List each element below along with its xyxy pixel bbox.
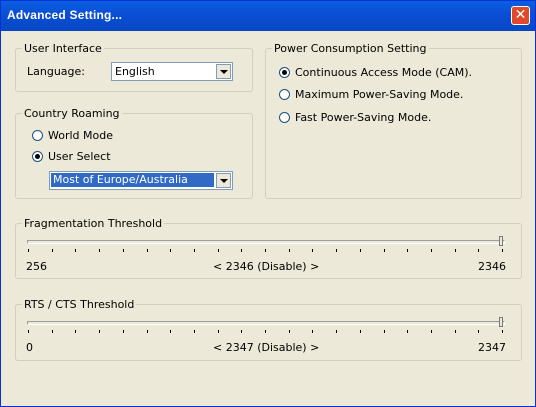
slider-tick (147, 330, 148, 333)
fragmentation-min-label: 256 (26, 260, 47, 273)
slider-tick (312, 249, 313, 252)
slider-tick (360, 330, 361, 333)
slider-tick (502, 330, 503, 333)
slider-tick (147, 249, 148, 252)
power-consumption-legend: Power Consumption Setting (274, 42, 427, 55)
rts-cts-threshold-legend: RTS / CTS Threshold (24, 298, 135, 311)
rts-cts-track (27, 321, 505, 325)
slider-tick (384, 249, 385, 252)
user-select-label: User Select (48, 150, 111, 163)
fragmentation-track (27, 240, 505, 244)
slider-tick (218, 330, 219, 333)
region-select[interactable]: Most of Europe/Australia (49, 171, 233, 190)
country-roaming-legend: Country Roaming (24, 107, 120, 120)
slider-tick (241, 249, 242, 252)
language-value: English (115, 65, 155, 78)
chevron-down-icon[interactable] (216, 173, 231, 188)
world-mode-radio[interactable] (32, 130, 43, 141)
slider-tick (194, 330, 195, 333)
language-label: Language: (27, 65, 85, 78)
rts-cts-max-label: 2347 (478, 341, 506, 354)
slider-tick (289, 330, 290, 333)
slider-tick (170, 330, 171, 333)
max-power-saving-radio[interactable] (279, 89, 290, 100)
slider-tick (407, 330, 408, 333)
slider-tick (289, 249, 290, 252)
slider-tick (431, 249, 432, 252)
rts-cts-min-label: 0 (26, 341, 33, 354)
title-bar[interactable]: Advanced Setting... ✕ (1, 1, 535, 31)
slider-tick (455, 330, 456, 333)
rts-cts-slider-thumb[interactable] (499, 317, 503, 327)
fragmentation-slider-thumb[interactable] (499, 236, 503, 246)
user-interface-legend: User Interface (24, 42, 102, 55)
slider-tick (455, 249, 456, 252)
slider-tick (312, 330, 313, 333)
slider-tick (123, 249, 124, 252)
fragmentation-max-label: 2346 (478, 260, 506, 273)
slider-tick (99, 249, 100, 252)
slider-tick (123, 330, 124, 333)
slider-tick (99, 330, 100, 333)
slider-tick (407, 249, 408, 252)
language-select[interactable]: English (111, 62, 233, 81)
slider-tick (170, 249, 171, 252)
fragmentation-threshold-legend: Fragmentation Threshold (24, 217, 163, 230)
max-power-saving-label: Maximum Power-Saving Mode. (295, 88, 464, 101)
region-value: Most of Europe/Australia (51, 173, 214, 187)
slider-tick (384, 330, 385, 333)
slider-tick (194, 249, 195, 252)
slider-tick (28, 249, 29, 252)
rts-cts-value-label: < 2347 (Disable) > (213, 341, 320, 354)
slider-tick (265, 330, 266, 333)
slider-tick (75, 330, 76, 333)
fast-power-saving-label: Fast Power-Saving Mode. (295, 111, 432, 124)
user-select-radio[interactable] (32, 151, 43, 162)
slider-tick (52, 330, 53, 333)
advanced-setting-dialog: Advanced Setting... ✕ User Interface Lan… (0, 0, 536, 407)
world-mode-label: World Mode (48, 129, 113, 142)
slider-tick (218, 249, 219, 252)
slider-tick (336, 249, 337, 252)
slider-tick (28, 330, 29, 333)
close-button[interactable]: ✕ (511, 6, 530, 25)
slider-tick (265, 249, 266, 252)
slider-tick (478, 249, 479, 252)
close-icon: ✕ (514, 7, 527, 23)
fast-power-saving-radio[interactable] (279, 112, 290, 123)
slider-tick (75, 249, 76, 252)
slider-tick (478, 330, 479, 333)
window-title: Advanced Setting... (7, 8, 123, 22)
chevron-down-icon[interactable] (216, 64, 231, 79)
slider-tick (52, 249, 53, 252)
slider-tick (241, 330, 242, 333)
slider-tick (360, 249, 361, 252)
cam-radio[interactable] (279, 67, 290, 78)
slider-tick (431, 330, 432, 333)
slider-tick (336, 330, 337, 333)
fragmentation-value-label: < 2346 (Disable) > (213, 260, 320, 273)
slider-tick (502, 249, 503, 252)
cam-label: Continuous Access Mode (CAM). (295, 66, 473, 79)
